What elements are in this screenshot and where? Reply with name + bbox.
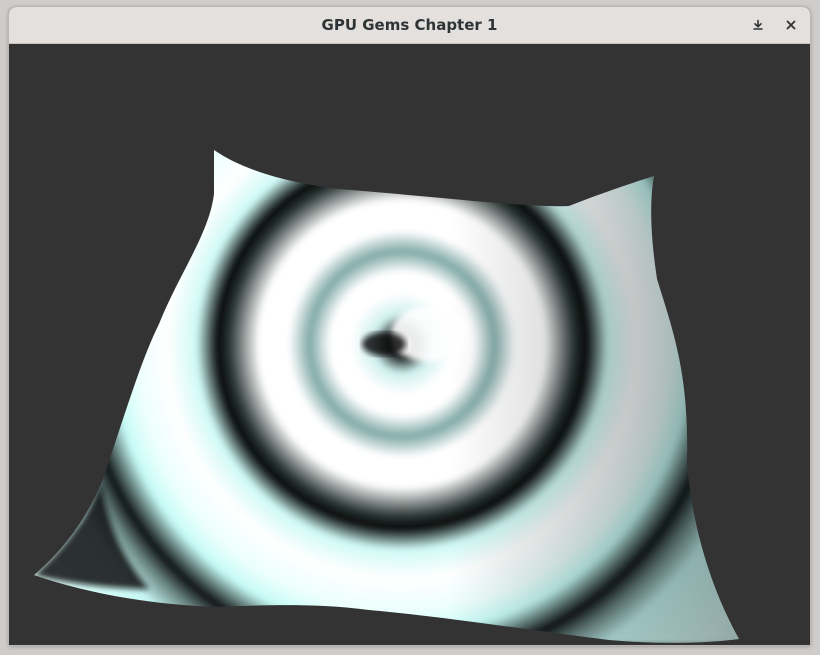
close-button[interactable] xyxy=(779,13,803,37)
app-window: GPU Gems Chapter 1 xyxy=(9,7,810,645)
render-viewport[interactable] xyxy=(9,44,810,645)
title-bar[interactable]: GPU Gems Chapter 1 xyxy=(9,7,810,44)
close-icon xyxy=(785,16,797,35)
wave-mesh-render xyxy=(34,150,739,643)
minimize-button[interactable] xyxy=(746,13,770,37)
minimize-icon xyxy=(752,16,764,35)
window-title: GPU Gems Chapter 1 xyxy=(321,16,498,34)
